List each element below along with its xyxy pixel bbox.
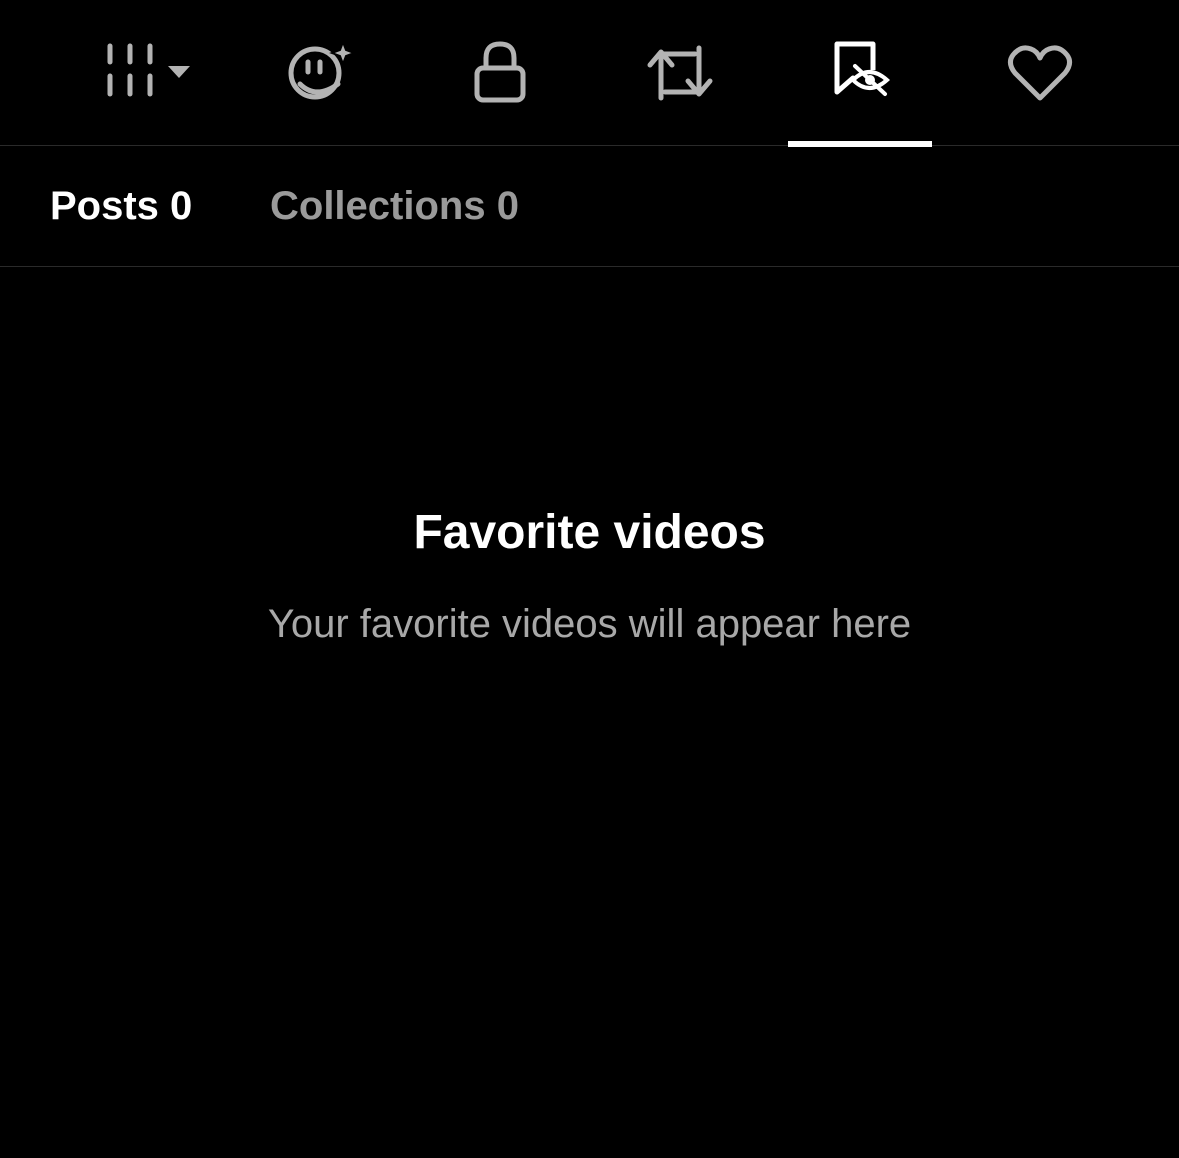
tab-liked[interactable] [980,0,1100,146]
heart-icon [1007,45,1073,101]
ai-face-sparkle-icon [288,39,357,100]
tab-videos-grid[interactable] [80,0,200,146]
empty-state-subtitle: Your favorite videos will appear here [267,602,912,646]
sub-tab-collections[interactable]: Collections 0 [270,147,519,266]
favorites-sub-tabs: Posts 0 Collections 0 [0,147,1179,267]
tab-private[interactable] [440,0,560,146]
repost-icon [647,45,713,101]
tab-reposts[interactable] [620,0,740,146]
tab-favorites[interactable] [800,0,920,146]
empty-state-title: Favorite videos [413,506,766,559]
sub-tab-posts[interactable]: Posts 0 [50,147,192,266]
profile-tab-bar [0,0,1179,147]
grid-filter-icon [107,43,190,97]
lock-icon [474,41,526,103]
tab-ai-self[interactable] [260,0,380,146]
favorites-hidden-icon [834,41,891,96]
